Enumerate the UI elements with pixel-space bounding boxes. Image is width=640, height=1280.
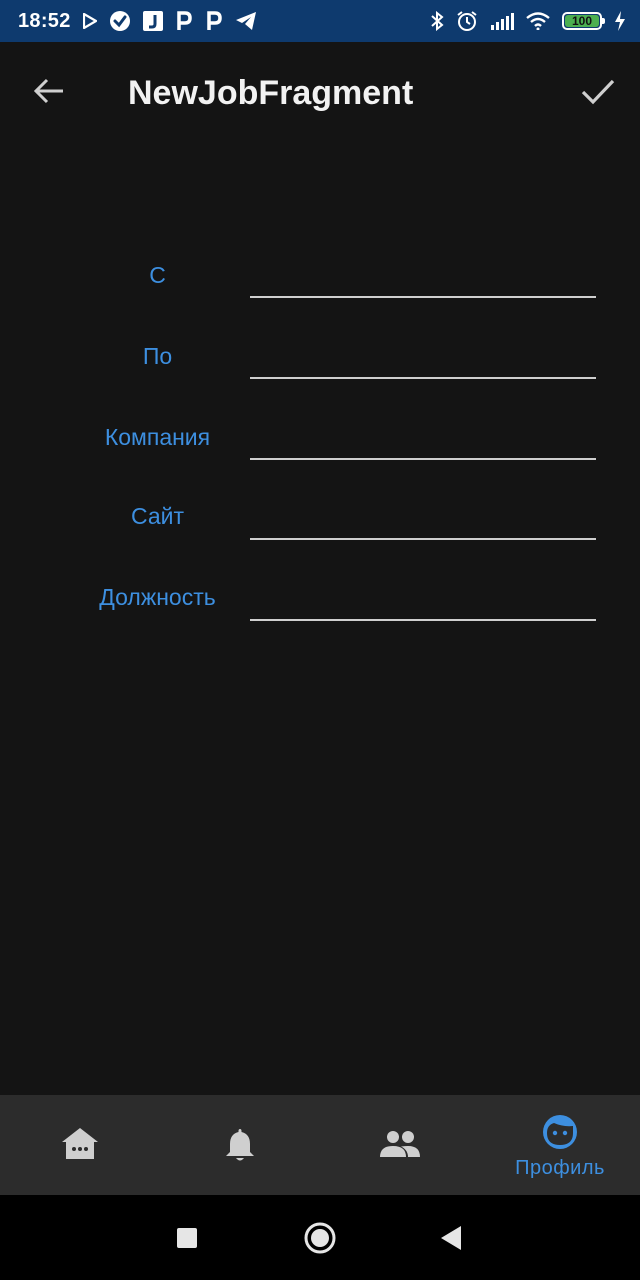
check-icon bbox=[581, 79, 615, 105]
bell-icon bbox=[226, 1129, 254, 1161]
nav-profile-label: Профиль bbox=[515, 1157, 605, 1179]
position-field[interactable] bbox=[250, 581, 596, 621]
signal-icon bbox=[490, 12, 514, 30]
nav-item-profile[interactable]: Профиль bbox=[480, 1095, 640, 1195]
position-label: Должность bbox=[99, 584, 216, 610]
nav-item-notifications[interactable] bbox=[160, 1095, 320, 1195]
company-field[interactable] bbox=[250, 420, 596, 460]
alarm-icon bbox=[456, 10, 478, 32]
status-bar-right: 100 bbox=[430, 10, 626, 32]
to-label: По bbox=[142, 343, 173, 369]
arrow-back-icon bbox=[33, 78, 63, 104]
to-field[interactable] bbox=[250, 339, 596, 379]
form-row-to: По bbox=[0, 333, 640, 393]
play-store-icon bbox=[82, 13, 97, 29]
check-circle-icon bbox=[109, 10, 131, 32]
nav-item-people[interactable] bbox=[320, 1095, 480, 1195]
from-label: С bbox=[149, 262, 166, 288]
people-icon bbox=[380, 1131, 420, 1157]
nav-item-home[interactable] bbox=[0, 1095, 160, 1195]
battery-icon: 100 bbox=[562, 12, 605, 30]
p-app-icon bbox=[205, 11, 223, 31]
status-bar-left: 18:52 bbox=[18, 10, 257, 33]
site-label: Сайт bbox=[130, 503, 185, 529]
system-navigation-bar bbox=[0, 1195, 640, 1280]
bluetooth-icon bbox=[430, 11, 444, 31]
triangle-back-icon bbox=[441, 1226, 461, 1250]
form-row-company: Компания bbox=[0, 413, 640, 473]
back-button[interactable] bbox=[24, 66, 74, 116]
bottom-navigation: Профиль bbox=[0, 1095, 640, 1195]
company-label: Компания bbox=[104, 424, 211, 450]
form-row-site: Сайт bbox=[0, 493, 640, 553]
circle-icon bbox=[304, 1222, 336, 1254]
home-button[interactable] bbox=[297, 1215, 343, 1261]
telegram-icon bbox=[235, 11, 257, 31]
status-time: 18:52 bbox=[18, 9, 71, 32]
form-row-position: Должность bbox=[0, 574, 640, 634]
battery-level: 100 bbox=[571, 14, 593, 28]
form-row-from: С bbox=[0, 252, 640, 312]
charging-icon bbox=[614, 11, 626, 31]
j-app-icon bbox=[142, 11, 163, 31]
from-field[interactable] bbox=[250, 258, 596, 298]
home-icon bbox=[62, 1128, 98, 1159]
toolbar: NewJobFragment bbox=[0, 42, 640, 146]
page-title: NewJobFragment bbox=[128, 74, 414, 112]
p-app-icon bbox=[175, 11, 193, 31]
back-system-button[interactable] bbox=[428, 1215, 474, 1261]
site-field[interactable] bbox=[250, 500, 596, 540]
recents-button[interactable] bbox=[164, 1215, 210, 1261]
square-icon bbox=[177, 1228, 197, 1248]
done-button[interactable] bbox=[572, 66, 624, 118]
wifi-icon bbox=[526, 12, 550, 30]
status-bar: 18:52 100 bbox=[0, 0, 640, 42]
face-icon bbox=[543, 1115, 577, 1149]
